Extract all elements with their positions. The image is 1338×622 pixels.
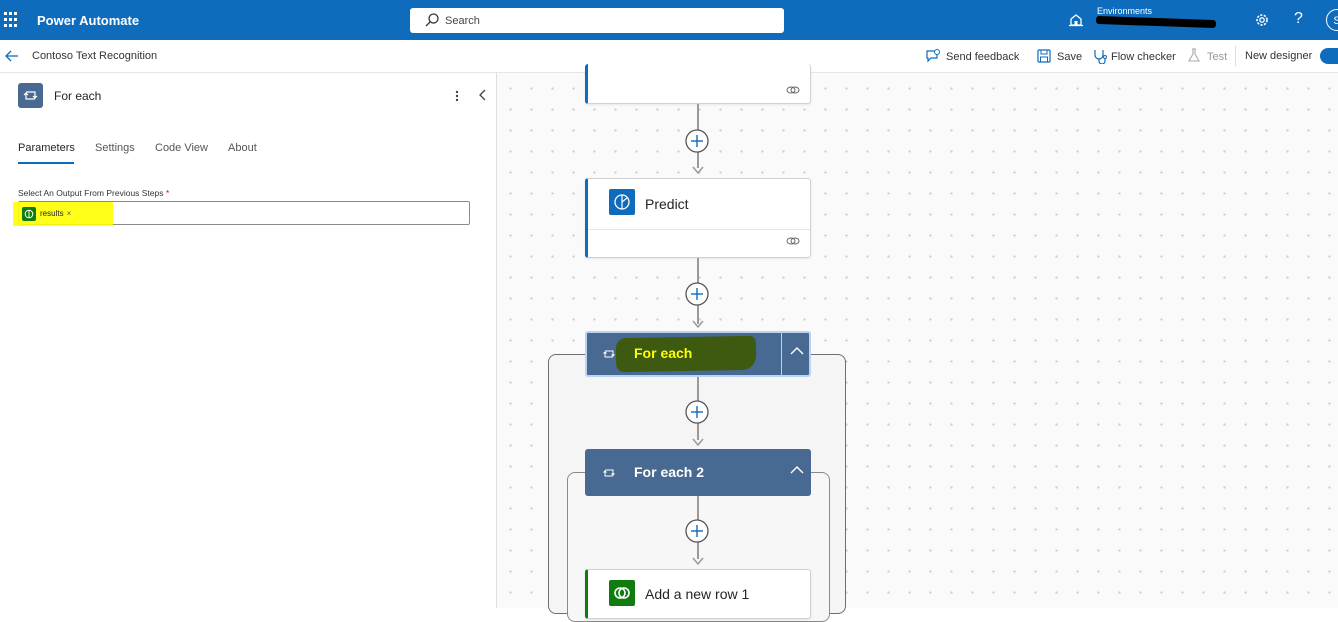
tab-parameters[interactable]: Parameters: [18, 142, 75, 154]
back-arrow-icon[interactable]: [5, 49, 19, 63]
required-marker: *: [165, 188, 170, 198]
plus-icon[interactable]: [685, 129, 709, 153]
environments-label[interactable]: Environments: [1097, 6, 1152, 16]
search-placeholder: Search: [445, 15, 480, 27]
dataverse-icon: [609, 580, 635, 606]
new-designer-toggle[interactable]: [1320, 48, 1338, 64]
link-icon: [786, 237, 800, 245]
plus-icon[interactable]: [685, 282, 709, 306]
gear-icon[interactable]: [1254, 12, 1270, 28]
save-button[interactable]: Save: [1057, 51, 1082, 63]
for-each-2-title: For each 2: [634, 464, 705, 480]
results-token[interactable]: results ×: [22, 206, 71, 221]
app-title[interactable]: Power Automate: [37, 13, 139, 28]
connector-arrow-icon: [692, 166, 704, 175]
output-field-label-text: Select An Output From Previous Steps: [18, 188, 164, 198]
connector-arrow-icon: [692, 320, 704, 329]
token-label: results: [40, 209, 64, 218]
loop-icon: [603, 350, 615, 358]
add-row-title: Add a new row 1: [645, 586, 750, 602]
output-field-label: Select An Output From Previous Steps *: [18, 188, 169, 198]
chevron-up-icon[interactable]: [790, 465, 804, 475]
flow-checker-button[interactable]: Flow checker: [1111, 51, 1176, 63]
tab-code-view[interactable]: Code View: [155, 142, 208, 154]
help-icon[interactable]: ?: [1294, 10, 1303, 28]
for-each-title: For each: [634, 345, 693, 361]
search-icon: [425, 13, 439, 27]
card-divider: [588, 229, 810, 230]
feedback-icon[interactable]: [925, 48, 941, 64]
connector-arrow-icon: [692, 438, 704, 447]
test-icon[interactable]: [1188, 48, 1200, 63]
previous-action-card[interactable]: [585, 64, 811, 104]
ai-builder-icon: [609, 189, 635, 215]
plus-icon[interactable]: [685, 519, 709, 543]
token-remove-button[interactable]: ×: [67, 209, 72, 218]
card-divider: [781, 333, 782, 375]
chevron-up-icon[interactable]: [790, 346, 804, 356]
active-tab-indicator: [18, 162, 74, 164]
tab-about[interactable]: About: [228, 142, 257, 154]
more-icon[interactable]: [452, 88, 462, 104]
loop-icon: [603, 469, 615, 477]
new-designer-label: New designer: [1245, 50, 1313, 62]
waffle-icon[interactable]: [4, 12, 20, 28]
tab-settings[interactable]: Settings: [95, 142, 135, 154]
flow-name: Contoso Text Recognition: [32, 50, 158, 62]
collapse-icon[interactable]: [477, 88, 489, 102]
panel-title: For each: [54, 89, 102, 103]
toolbar-divider: [1235, 46, 1236, 66]
predict-title: Predict: [645, 196, 689, 212]
plus-icon[interactable]: [685, 400, 709, 424]
send-feedback-button[interactable]: Send feedback: [946, 51, 1019, 63]
save-icon[interactable]: [1037, 49, 1051, 63]
flow-checker-icon[interactable]: [1092, 48, 1108, 64]
loop-icon: [18, 83, 43, 108]
connector-arrow-icon: [692, 557, 704, 566]
ai-builder-icon: [22, 206, 36, 221]
test-button[interactable]: Test: [1207, 51, 1227, 63]
link-icon: [786, 86, 800, 94]
environment-icon[interactable]: [1068, 13, 1084, 27]
